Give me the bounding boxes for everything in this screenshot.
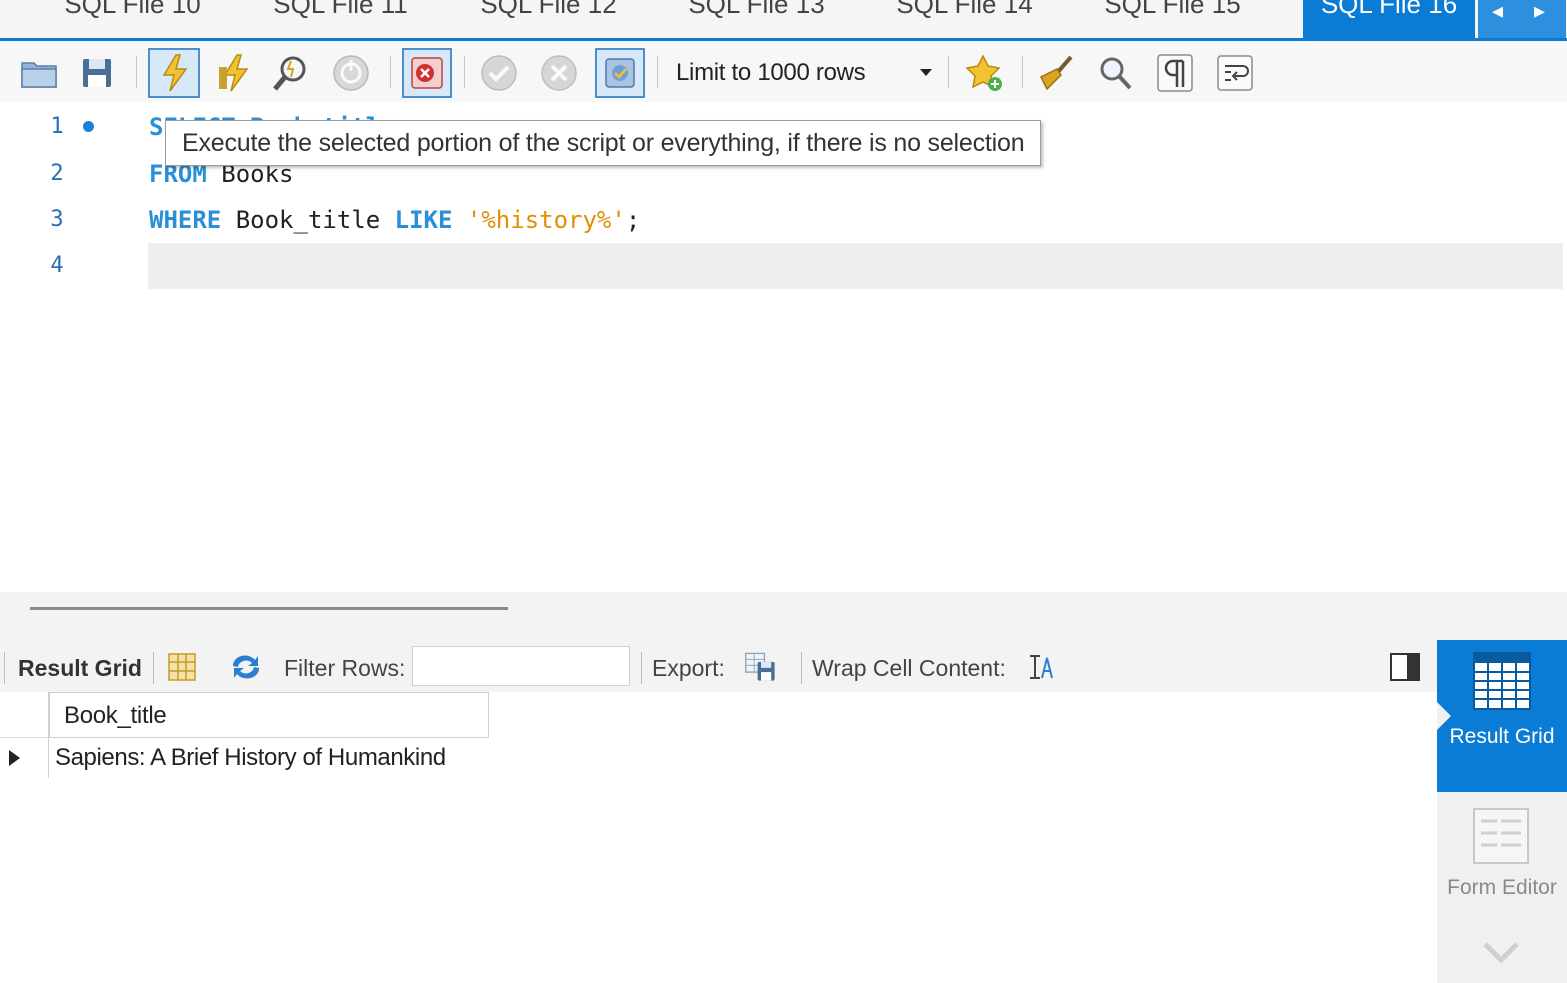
- result-toolbar: Result Grid Filter Rows: Export: Wrap Ce…: [0, 640, 1437, 692]
- tab-sql-file-11[interactable]: SQL File 11: [238, 0, 443, 32]
- commit-check-icon[interactable]: [476, 50, 522, 96]
- result-side-panel: Result Grid Form Editor: [1437, 640, 1567, 983]
- row-selector[interactable]: [0, 738, 49, 778]
- toggle-side-panel-icon[interactable]: [1388, 650, 1422, 684]
- toolbar-separator: [657, 56, 658, 88]
- rollback-x-icon[interactable]: [536, 50, 582, 96]
- tab-label: SQL File 16: [1320, 0, 1458, 19]
- result-grid-icon: [1471, 650, 1533, 717]
- column-header[interactable]: Book_title: [49, 692, 489, 738]
- export-icon[interactable]: [744, 650, 778, 684]
- toolbar-separator: [801, 652, 802, 684]
- tab-sql-file-15[interactable]: SQL File 15: [1070, 0, 1275, 32]
- stop-icon[interactable]: [328, 50, 374, 96]
- wrap-cell-content-icon[interactable]: [1024, 650, 1058, 684]
- refresh-icon[interactable]: [229, 650, 263, 684]
- code-token: ;: [625, 206, 641, 234]
- panel-splitter[interactable]: [0, 592, 1567, 640]
- export-label: Export:: [652, 655, 725, 681]
- tab-sql-file-14[interactable]: SQL File 14: [862, 0, 1067, 32]
- execute-tooltip: Execute the selected portion of the scri…: [165, 120, 1042, 166]
- save-icon[interactable]: [74, 50, 120, 96]
- open-folder-icon[interactable]: [16, 50, 62, 96]
- splitter-grip[interactable]: [30, 607, 508, 610]
- result-grid-view-label: Result Grid: [1449, 725, 1555, 748]
- tab-sql-file-12[interactable]: SQL File 12: [446, 0, 651, 32]
- tab-label: SQL File 10: [64, 0, 201, 19]
- tab-sql-file-10[interactable]: SQL File 10: [30, 0, 235, 32]
- line-number: 2: [50, 161, 64, 186]
- chevron-down-icon[interactable]: [1481, 940, 1521, 969]
- toolbar-separator: [948, 56, 949, 88]
- code-token: LIKE: [394, 206, 453, 234]
- form-editor-view-button[interactable]: Form Editor: [1437, 800, 1567, 930]
- statement-marker-icon: [83, 121, 94, 132]
- invisible-characters-pilcrow-icon[interactable]: [1152, 50, 1198, 96]
- result-grid-view-button[interactable]: Result Grid: [1437, 640, 1567, 792]
- code-token: '%history%': [466, 206, 626, 234]
- explain-magnifier-icon[interactable]: [268, 50, 314, 96]
- add-snippet-star-icon[interactable]: [962, 50, 1008, 96]
- code-token: WHERE: [149, 206, 222, 234]
- tab-label: SQL File 12: [480, 0, 617, 19]
- toggle-autocommit-icon[interactable]: [595, 48, 645, 98]
- tab-label: SQL File 14: [896, 0, 1033, 19]
- toolbar-separator: [641, 652, 642, 684]
- tab-underline: [0, 38, 1567, 41]
- toggle-stop-on-error-icon[interactable]: [402, 48, 452, 98]
- toolbar-separator: [1022, 56, 1023, 88]
- beautify-broom-icon[interactable]: [1034, 50, 1080, 96]
- form-editor-view-label: Form Editor: [1447, 876, 1557, 899]
- toolbar-separator: [153, 652, 154, 684]
- tab-scroll-left-icon[interactable]: ◂: [1492, 0, 1503, 22]
- editor-tab-strip: SQL File 10 SQL File 11 SQL File 12 SQL …: [0, 0, 1567, 42]
- line-number: 1: [50, 114, 64, 139]
- tab-label: SQL File 13: [688, 0, 825, 19]
- word-wrap-icon[interactable]: [1212, 50, 1258, 96]
- tab-label: SQL File 15: [1104, 0, 1241, 19]
- tab-scroll-buttons: ◂ ▸: [1478, 0, 1566, 38]
- execute-lightning-icon[interactable]: [148, 48, 200, 98]
- form-editor-icon: [1471, 806, 1531, 872]
- tab-sql-file-13[interactable]: SQL File 13: [654, 0, 859, 32]
- current-line-highlight: [148, 243, 1563, 289]
- toolbar-separator: [390, 56, 391, 88]
- toolbar-separator: [464, 56, 465, 88]
- tab-sql-file-16[interactable]: SQL File 16: [1303, 0, 1475, 40]
- line-number: 4: [50, 253, 64, 278]
- result-grid[interactable]: Book_title Sapiens: A Brief History of H…: [0, 692, 1437, 983]
- toolbar-separator: [4, 652, 5, 684]
- sql-editor-toolbar: Limit to 1000 rows: [0, 42, 1567, 102]
- editor-line: 3 WHERE Book_title LIKE '%history%';: [0, 197, 1567, 243]
- code-line: WHERE Book_title LIKE '%history%';: [149, 197, 640, 243]
- execute-current-statement-icon[interactable]: [210, 50, 256, 96]
- tab-label: SQL File 11: [273, 0, 408, 19]
- sql-editor[interactable]: 1 SELECT Book_title 2 FROM Books 3 WHERE…: [0, 102, 1567, 592]
- find-icon[interactable]: [1092, 50, 1138, 96]
- current-row-arrow-icon: [9, 750, 20, 766]
- filter-rows-label: Filter Rows:: [284, 655, 406, 681]
- grid-cell[interactable]: Sapiens: A Brief History of Humankind: [55, 738, 489, 778]
- limit-rows-value: Limit to 1000 rows: [676, 59, 866, 86]
- tab-scroll-right-icon[interactable]: ▸: [1534, 0, 1545, 22]
- limit-rows-select[interactable]: Limit to 1000 rows: [668, 52, 940, 94]
- toolbar-separator: [136, 56, 137, 88]
- wrap-cell-content-label: Wrap Cell Content:: [812, 655, 1006, 681]
- chevron-down-icon: [920, 69, 932, 76]
- grid-corner-cell: [0, 692, 49, 738]
- result-grid-label: Result Grid: [18, 655, 142, 681]
- code-token: Book_title: [221, 206, 395, 234]
- editor-line-current: 4: [0, 243, 1567, 289]
- filter-rows-input[interactable]: [412, 646, 630, 686]
- line-number: 3: [50, 207, 64, 232]
- toggle-columns-icon[interactable]: [165, 650, 199, 684]
